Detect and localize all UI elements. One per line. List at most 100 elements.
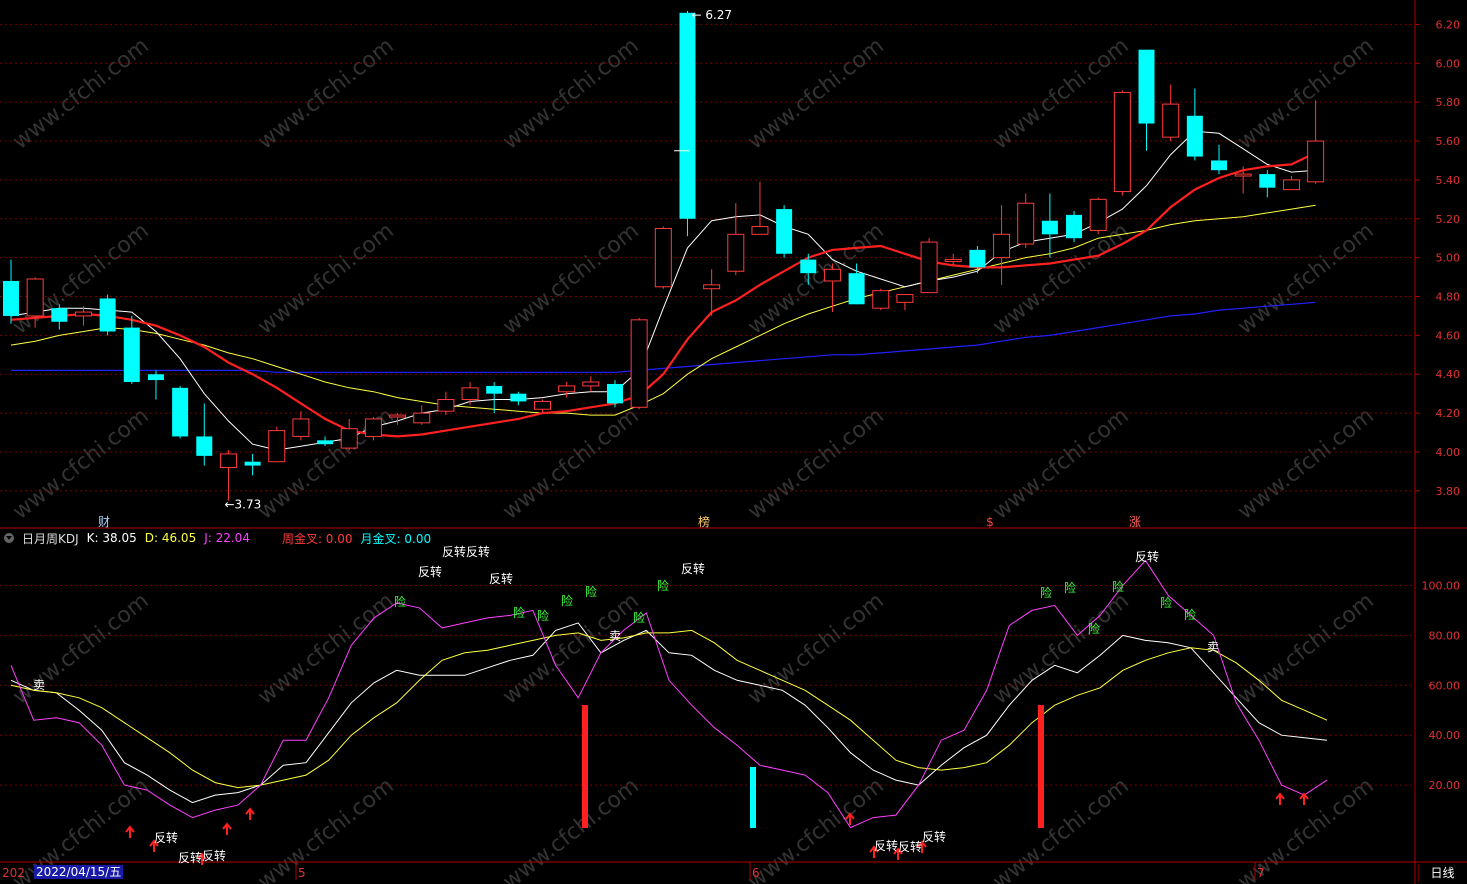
watermark-text: www.cfchi.com xyxy=(743,403,888,524)
candle xyxy=(413,405,431,425)
candle-body xyxy=(920,241,938,294)
kdj-signal-label: 反转 xyxy=(178,850,202,865)
candle xyxy=(727,203,745,276)
high-price-marker: ← 6.27 xyxy=(691,8,732,22)
watermark-text: www.cfchi.com xyxy=(743,773,888,884)
candle-body xyxy=(1234,173,1252,177)
candle-body xyxy=(99,298,116,332)
kdj-signals: 反转反转 反转反转反转反转反转 反转反转 反转反转反转卖卖卖险险 险险险险险险险险险险险 xyxy=(33,544,1309,865)
kdj-signal-label: 反转 xyxy=(202,848,226,863)
ma60-line xyxy=(11,301,1316,373)
candle xyxy=(776,205,793,258)
kdj-signal-label: 反转 xyxy=(874,838,898,853)
price-tick-label: 3.80 xyxy=(1436,485,1461,498)
candle-body xyxy=(558,385,576,393)
candle-body xyxy=(607,383,623,404)
candle xyxy=(147,370,164,400)
event-marker: 涨 xyxy=(1129,514,1141,529)
candle xyxy=(872,288,890,311)
price-tick-label: 4.00 xyxy=(1436,446,1461,459)
watermark-text: www.cfchi.com xyxy=(498,403,643,524)
watermark-text: www.cfchi.com xyxy=(253,773,398,884)
candle-body xyxy=(172,387,189,437)
candle-body xyxy=(823,268,841,282)
watermark-text: www.cfchi.com xyxy=(988,773,1133,884)
kdj-signal-label: 反转 xyxy=(489,571,513,586)
kdj-signal-label: 险 xyxy=(1064,580,1076,595)
candle xyxy=(172,385,189,439)
candle xyxy=(654,226,672,289)
candle xyxy=(340,418,358,451)
candle-body xyxy=(679,12,696,219)
candle xyxy=(219,450,237,501)
week-cross-value: 周金叉: 0.00 xyxy=(281,531,353,546)
candle xyxy=(607,380,623,408)
candle-body xyxy=(727,233,745,272)
kdj-d-line xyxy=(10,629,1328,789)
kdj-j-line xyxy=(10,559,1328,829)
kdj-signal-label: 险 xyxy=(394,594,406,609)
kdj-signal-label: 反转 xyxy=(898,839,922,854)
kdj-signal-label: 险 xyxy=(1088,621,1100,636)
buy-arrow-icon xyxy=(222,822,232,835)
candle-body xyxy=(486,385,503,394)
d-value: D: 46.05 xyxy=(144,531,197,545)
kdj-signal-label: 卖 xyxy=(33,678,45,692)
signal-bar xyxy=(582,705,588,828)
candle xyxy=(268,426,286,463)
candle xyxy=(510,391,527,406)
candle-body xyxy=(26,278,44,317)
kdj-signal-label: 险 xyxy=(633,610,645,625)
kdj-signal-label: 险 xyxy=(513,605,525,620)
candle xyxy=(679,10,696,237)
candle xyxy=(993,205,1011,285)
period-button[interactable]: 日线 xyxy=(1418,864,1466,882)
candle xyxy=(630,317,648,410)
kdj-signal-label: 反转 xyxy=(418,564,442,579)
candle-body xyxy=(582,381,600,387)
candle-body xyxy=(317,440,334,445)
candle-body xyxy=(3,280,19,316)
watermark-text: www.cfchi.com xyxy=(498,218,643,339)
candle-body xyxy=(703,284,721,290)
kdj-series[interactable] xyxy=(10,559,1328,829)
candle-body xyxy=(1211,160,1227,171)
watermark-text: www.cfchi.com xyxy=(988,588,1133,709)
watermark-text: www.cfchi.com xyxy=(253,218,398,339)
candle xyxy=(3,259,19,324)
candle-body xyxy=(1066,214,1083,239)
kdj-signal-label: 反转 xyxy=(922,829,946,844)
price-tick-label: 5.60 xyxy=(1436,135,1461,148)
candle-body xyxy=(340,428,358,449)
collapse-icon[interactable] xyxy=(4,533,14,543)
candle xyxy=(244,453,261,476)
candle-body xyxy=(1282,179,1300,191)
watermark-text: www.cfchi.com xyxy=(1233,33,1378,154)
candle-body xyxy=(776,209,793,254)
kdj-signal-label: 反转 xyxy=(1135,549,1159,564)
event-marker: 财 xyxy=(98,515,110,529)
watermark-text: www.cfchi.com xyxy=(8,403,153,524)
stock-chart[interactable]: www.cfchi.com www.cfchi.com www.cfchi.com w… xyxy=(0,0,1467,884)
buy-arrow-icon xyxy=(1275,792,1285,805)
j-value: J: 22.04 xyxy=(204,531,250,545)
time-tick-label: 7 xyxy=(1257,866,1265,880)
kdj-signal-label: 反转 xyxy=(154,830,178,845)
indicator-name[interactable]: 日月周KDJ xyxy=(22,530,79,547)
candle-body xyxy=(969,249,986,268)
candle-body xyxy=(244,461,261,466)
candle xyxy=(99,294,116,336)
candle-body xyxy=(364,418,382,437)
candle-body xyxy=(1138,49,1155,124)
price-tick-label: 4.20 xyxy=(1436,407,1461,420)
candle xyxy=(1259,170,1276,198)
candle-body xyxy=(268,430,286,463)
candle-body xyxy=(461,387,479,401)
watermark-text: www.cfchi.com xyxy=(743,33,888,154)
candle-body xyxy=(437,399,455,412)
candle-body xyxy=(1259,174,1276,188)
kdj-signal-label: 险 xyxy=(1184,607,1196,622)
time-tick-label: 6 xyxy=(752,866,760,880)
watermark-text: www.cfchi.com xyxy=(1233,403,1378,524)
price-tick-label: 6.00 xyxy=(1436,57,1461,70)
